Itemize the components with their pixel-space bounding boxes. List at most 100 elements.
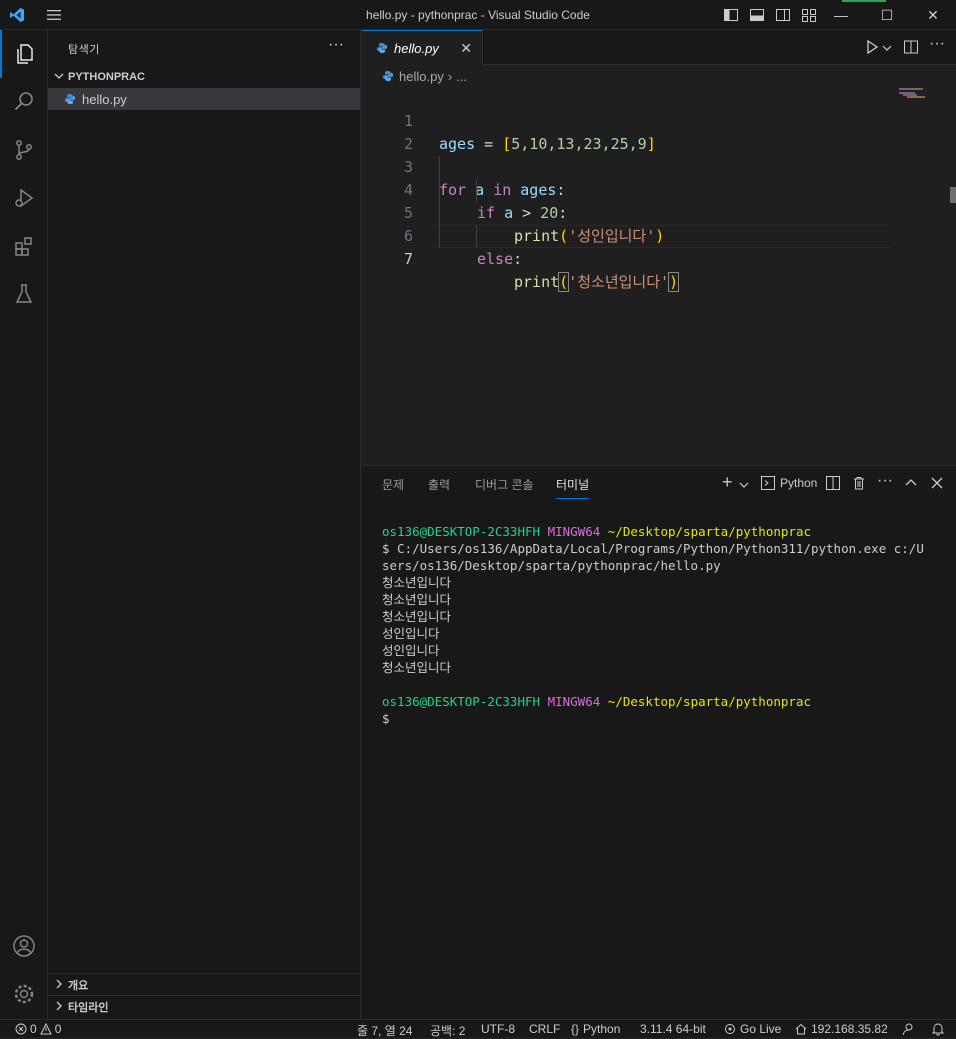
end-of-line[interactable]: CRLF: [529, 1022, 560, 1036]
code-line: 1 ages = [5,10,13,23,25,9]: [362, 87, 902, 153]
panel-more-button[interactable]: ···: [877, 472, 893, 490]
outline-label: 개요: [68, 980, 89, 992]
chevron-down-icon[interactable]: [739, 480, 749, 490]
indent-guide: [476, 179, 477, 202]
go-live-button[interactable]: Go Live: [724, 1022, 781, 1036]
code-line: 7 print('청소년입니다'): [362, 225, 902, 292]
python-file-icon: [64, 93, 76, 105]
bottom-panel: 문제 출력 디버그 콘솔 터미널 + Python ··· os136@DESK…: [362, 465, 956, 1019]
problems-status[interactable]: 0 0: [15, 1022, 61, 1036]
braces-icon: {}: [571, 1022, 580, 1036]
explorer-sidebar: 탐색기 ··· PYTHONPRAC hello.py 개요 타임라인: [48, 30, 361, 1019]
close-button[interactable]: ✕: [910, 0, 956, 30]
editor-more-button[interactable]: ···: [929, 35, 945, 53]
scrollbar-thumb[interactable]: [950, 187, 956, 203]
toggle-panel-icon[interactable]: [749, 7, 765, 23]
timeline-label: 타임라인: [68, 1002, 109, 1014]
run-python-icon[interactable]: [864, 39, 880, 55]
line-number: 7: [403, 250, 413, 268]
activity-bar: [0, 30, 48, 1019]
encoding[interactable]: UTF-8: [481, 1022, 515, 1036]
python-file-icon: [376, 42, 388, 54]
code-editor[interactable]: 1 ages = [5,10,13,23,25,9] 2 3 for a in …: [362, 87, 956, 465]
new-terminal-button[interactable]: +: [722, 472, 733, 493]
close-panel-icon[interactable]: [931, 477, 943, 489]
toggle-primary-sidebar-icon[interactable]: [723, 7, 739, 23]
source-control-icon[interactable]: [0, 126, 48, 174]
chevron-down-icon: [54, 71, 68, 84]
folder-pythonprac[interactable]: PYTHONPRAC: [48, 66, 360, 88]
code-line: 4 if a > 20:: [362, 156, 902, 222]
file-hello-py[interactable]: hello.py: [48, 88, 360, 110]
settings-gear-icon[interactable]: [0, 970, 48, 1018]
terminal-output-line: 청소년입니다: [382, 660, 452, 675]
tab-problems[interactable]: 문제: [382, 476, 404, 493]
terminal-command-line: $ C:/Users/os136/AppData/Local/Programs/…: [382, 541, 924, 556]
tab-hello-py[interactable]: hello.py ✕: [362, 30, 483, 65]
indentation[interactable]: 공백: 2: [430, 1022, 465, 1039]
feedback-icon[interactable]: [901, 1022, 915, 1039]
maximize-panel-icon[interactable]: [905, 477, 917, 489]
home-icon: [795, 1023, 807, 1035]
tab-label: hello.py: [394, 40, 439, 56]
testing-flask-icon[interactable]: [0, 270, 48, 318]
accounts-icon[interactable]: [0, 922, 48, 970]
python-file-icon: [382, 70, 394, 82]
toggle-secondary-sidebar-icon[interactable]: [775, 7, 791, 23]
chevron-right-icon: [54, 1001, 68, 1014]
split-editor-icon[interactable]: [903, 39, 919, 55]
terminal-shell-name[interactable]: Python: [780, 476, 817, 490]
notifications-bell-icon[interactable]: [931, 1022, 945, 1039]
terminal-prompt-line: os136@DESKTOP-2C33HFH MINGW64 ~/Desktop/…: [382, 694, 811, 709]
folder-label: PYTHONPRAC: [68, 71, 146, 83]
terminal-output-line: 성인입니다: [382, 643, 440, 658]
minimap[interactable]: [897, 87, 947, 99]
terminal-output-line: 청소년입니다: [382, 592, 452, 607]
code-line: 2: [362, 110, 902, 153]
breadcrumb-more[interactable]: ...: [456, 69, 467, 84]
ip-address[interactable]: 192.168.35.82: [795, 1022, 888, 1036]
indent-guide: [439, 156, 440, 248]
code-line: 3 for a in ages:: [362, 133, 902, 199]
code-line: 5 print('성인입니다'): [362, 179, 902, 245]
status-bar: 0 0 줄 7, 열 24 공백: 2 UTF-8 CRLF {} Python…: [0, 1019, 956, 1039]
editor-tab-bar: hello.py ✕ ···: [362, 30, 956, 65]
chevron-right-icon: [54, 979, 68, 992]
tab-debug-console[interactable]: 디버그 콘솔: [475, 476, 534, 493]
terminal-cursor-line: $: [382, 711, 390, 726]
chevron-down-icon[interactable]: [882, 43, 892, 53]
code-line: 6 else:: [362, 202, 902, 268]
split-terminal-icon[interactable]: [826, 476, 840, 490]
indent-guide: [476, 225, 477, 248]
timeline-section[interactable]: 타임라인: [48, 995, 360, 1018]
terminal-output-line: 청소년입니다: [382, 575, 452, 590]
extensions-icon[interactable]: [0, 222, 48, 270]
sidebar-more-button[interactable]: ···: [328, 36, 344, 54]
outline-section[interactable]: 개요: [48, 973, 360, 996]
explorer-icon[interactable]: [0, 30, 48, 78]
terminal-output-line: 성인입니다: [382, 626, 440, 641]
terminal-output-line: 청소년입니다: [382, 609, 452, 624]
tab-terminal[interactable]: 터미널: [556, 476, 590, 499]
terminal-command-line: sers/os136/Desktop/sparta/pythonprac/hel…: [382, 558, 721, 573]
language-mode[interactable]: {} Python: [571, 1022, 620, 1036]
run-debug-icon[interactable]: [0, 174, 48, 222]
breadcrumb-file[interactable]: hello.py: [399, 69, 444, 84]
warning-icon: [39, 1023, 52, 1035]
search-icon[interactable]: [0, 78, 48, 126]
terminal-prompt-line: os136@DESKTOP-2C33HFH MINGW64 ~/Desktop/…: [382, 524, 811, 539]
cursor-position[interactable]: 줄 7, 열 24: [357, 1022, 412, 1039]
customize-layout-icon[interactable]: [801, 7, 817, 23]
tab-output[interactable]: 출력: [428, 476, 450, 493]
title-bar: hello.py - pythonprac - Visual Studio Co…: [0, 0, 956, 30]
terminal-output[interactable]: os136@DESKTOP-2C33HFH MINGW64 ~/Desktop/…: [382, 523, 942, 727]
breadcrumb-separator: ›: [447, 68, 453, 84]
file-label: hello.py: [82, 91, 127, 107]
terminal-icon: [761, 476, 775, 490]
maximize-button[interactable]: ☐: [864, 0, 910, 30]
tab-close-icon[interactable]: ✕: [460, 40, 472, 57]
trash-icon[interactable]: [852, 476, 866, 490]
python-interpreter[interactable]: 3.11.4 64-bit: [640, 1022, 706, 1036]
minimize-button[interactable]: —: [818, 0, 864, 30]
